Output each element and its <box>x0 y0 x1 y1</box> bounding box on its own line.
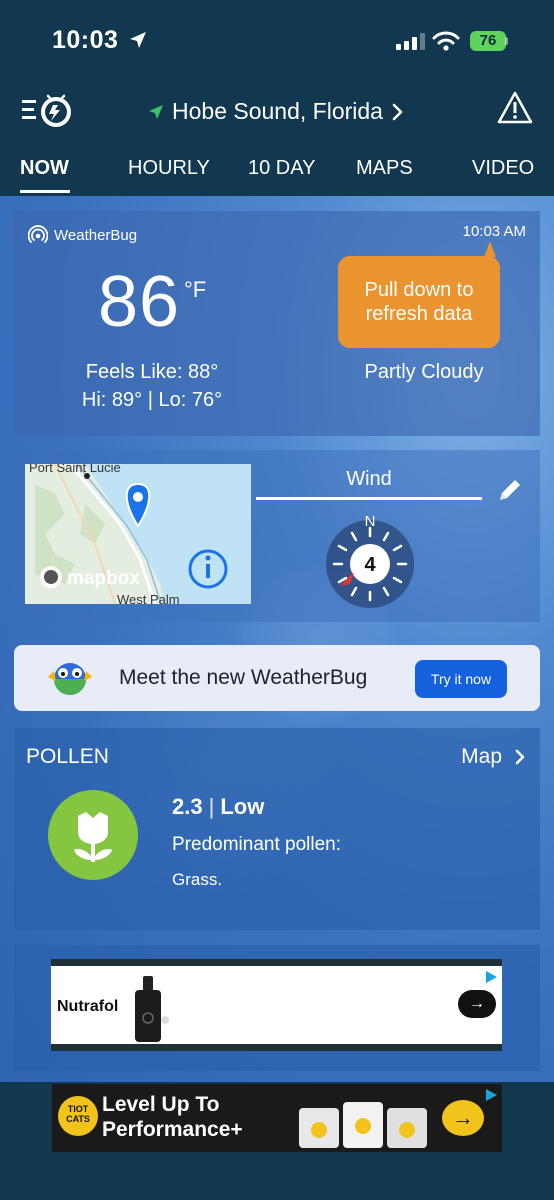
ad-card: Nutrafol → <box>14 945 540 1071</box>
observation-time: 10:03 AM <box>462 223 526 240</box>
current-conditions-card[interactable]: WeatherBug 10:03 AM 86 °F Feels Like: 88… <box>14 211 540 436</box>
ad-choices-icon[interactable] <box>484 970 498 984</box>
tab-now[interactable]: NOW <box>20 157 69 180</box>
status-bar: 10:03 76 <box>0 0 554 86</box>
tooltip-pointer <box>484 241 496 257</box>
wifi-icon <box>432 31 460 51</box>
tab-hourly[interactable]: HOURLY <box>128 157 210 180</box>
pollen-type: Grass. <box>172 870 223 889</box>
status-time: 10:03 <box>52 26 119 54</box>
pollen-card[interactable]: POLLEN Map 2.3 | Low Predominant pollen: G… <box>14 728 540 930</box>
weatherbug-menu-icon[interactable] <box>20 90 76 134</box>
map-label-bottom: West Palm <box>117 592 180 604</box>
pollen-separator: | <box>208 794 215 819</box>
pollen-label: Predominant pollen: <box>172 834 341 855</box>
feels-like: Feels Like: 88° <box>85 361 219 383</box>
app-header: Hobe Sound, Florida <box>0 86 554 138</box>
ad2-arrow-button[interactable]: → <box>442 1100 484 1136</box>
location-arrow-icon <box>149 104 163 119</box>
promo-text: Meet the new WeatherBug <box>119 666 368 689</box>
pollen-level-badge <box>48 790 138 880</box>
compass-north-label: N <box>365 514 376 530</box>
location-selector[interactable]: Hobe Sound, Florida <box>148 98 405 125</box>
ad2-line2: Performance+ <box>102 1118 243 1141</box>
refresh-tooltip[interactable]: Pull down to refresh data <box>338 256 500 348</box>
tab-video[interactable]: VIDEO <box>472 157 534 180</box>
ad-brand: Nutrafol <box>57 998 119 1015</box>
flower-icon <box>74 812 112 862</box>
tiot-cats-ad[interactable]: TIOT CATS Level Up To Performance+ → <box>52 1084 502 1152</box>
battery-tip <box>505 37 508 45</box>
product-bottle-image <box>135 976 169 1042</box>
wind-compass: N 4 <box>326 514 414 608</box>
pollen-title: POLLEN <box>26 745 109 768</box>
try-it-now-button[interactable]: Try it now <box>415 660 507 698</box>
alert-warning-icon[interactable] <box>496 90 534 126</box>
location-name: Hobe Sound, Florida <box>172 98 383 124</box>
source-label: WeatherBug <box>54 226 138 244</box>
current-temperature: 86 <box>98 262 181 342</box>
tab-bar: NOW HOURLY 10 DAY MAPS VIDEO <box>0 138 554 196</box>
ad-arrow-button[interactable]: → <box>458 990 496 1018</box>
pollen-level: Low <box>220 794 265 819</box>
weatherbug-mascot-icon <box>48 663 92 695</box>
wind-divider <box>256 497 482 500</box>
map-label-top: Port Saint Lucie <box>29 464 121 475</box>
wind-speed: 4 <box>364 554 376 576</box>
pollen-reading: 2.3 | Low <box>172 794 264 820</box>
tab-10-day[interactable]: 10 DAY <box>248 157 315 180</box>
edit-pencil-icon[interactable] <box>496 476 524 504</box>
promo-banner[interactable]: Meet the new WeatherBug Try it now <box>14 645 540 711</box>
ad2-badge: TIOT CATS <box>58 1096 98 1136</box>
mini-map[interactable]: Port Saint Lucie mapbox West Palm <box>25 464 251 604</box>
cellular-signal-icon <box>396 32 425 50</box>
hi-lo: Hi: 89° | Lo: 76° <box>81 389 223 411</box>
chevron-right-icon <box>392 103 403 120</box>
pollen-map-label: Map <box>461 745 502 768</box>
battery-indicator: 76 <box>470 31 506 51</box>
pollen-value: 2.3 <box>172 794 203 819</box>
ad2-line1: Level Up To <box>102 1093 220 1116</box>
active-tab-indicator <box>20 190 70 193</box>
broadcast-icon <box>28 225 48 243</box>
product-jugs-image <box>299 1102 427 1148</box>
ad2-headline: Level Up To Performance+ <box>102 1092 243 1142</box>
ad-choices-icon[interactable] <box>484 1088 498 1102</box>
pollen-map-link[interactable]: Map <box>461 745 526 769</box>
weatherbug-source: WeatherBug <box>28 225 137 245</box>
wind-title: Wind <box>346 468 392 490</box>
temperature-unit: °F <box>184 277 207 302</box>
nutrafol-ad[interactable]: Nutrafol → <box>51 959 502 1051</box>
location-services-icon <box>130 32 146 48</box>
mapbox-logo: mapbox <box>67 568 140 589</box>
condition-text: Partly Cloudy <box>364 361 484 383</box>
map-wind-card: Port Saint Lucie mapbox West Palm Wind N… <box>14 450 540 622</box>
chevron-right-icon <box>515 749 525 765</box>
tab-maps[interactable]: MAPS <box>356 157 413 180</box>
